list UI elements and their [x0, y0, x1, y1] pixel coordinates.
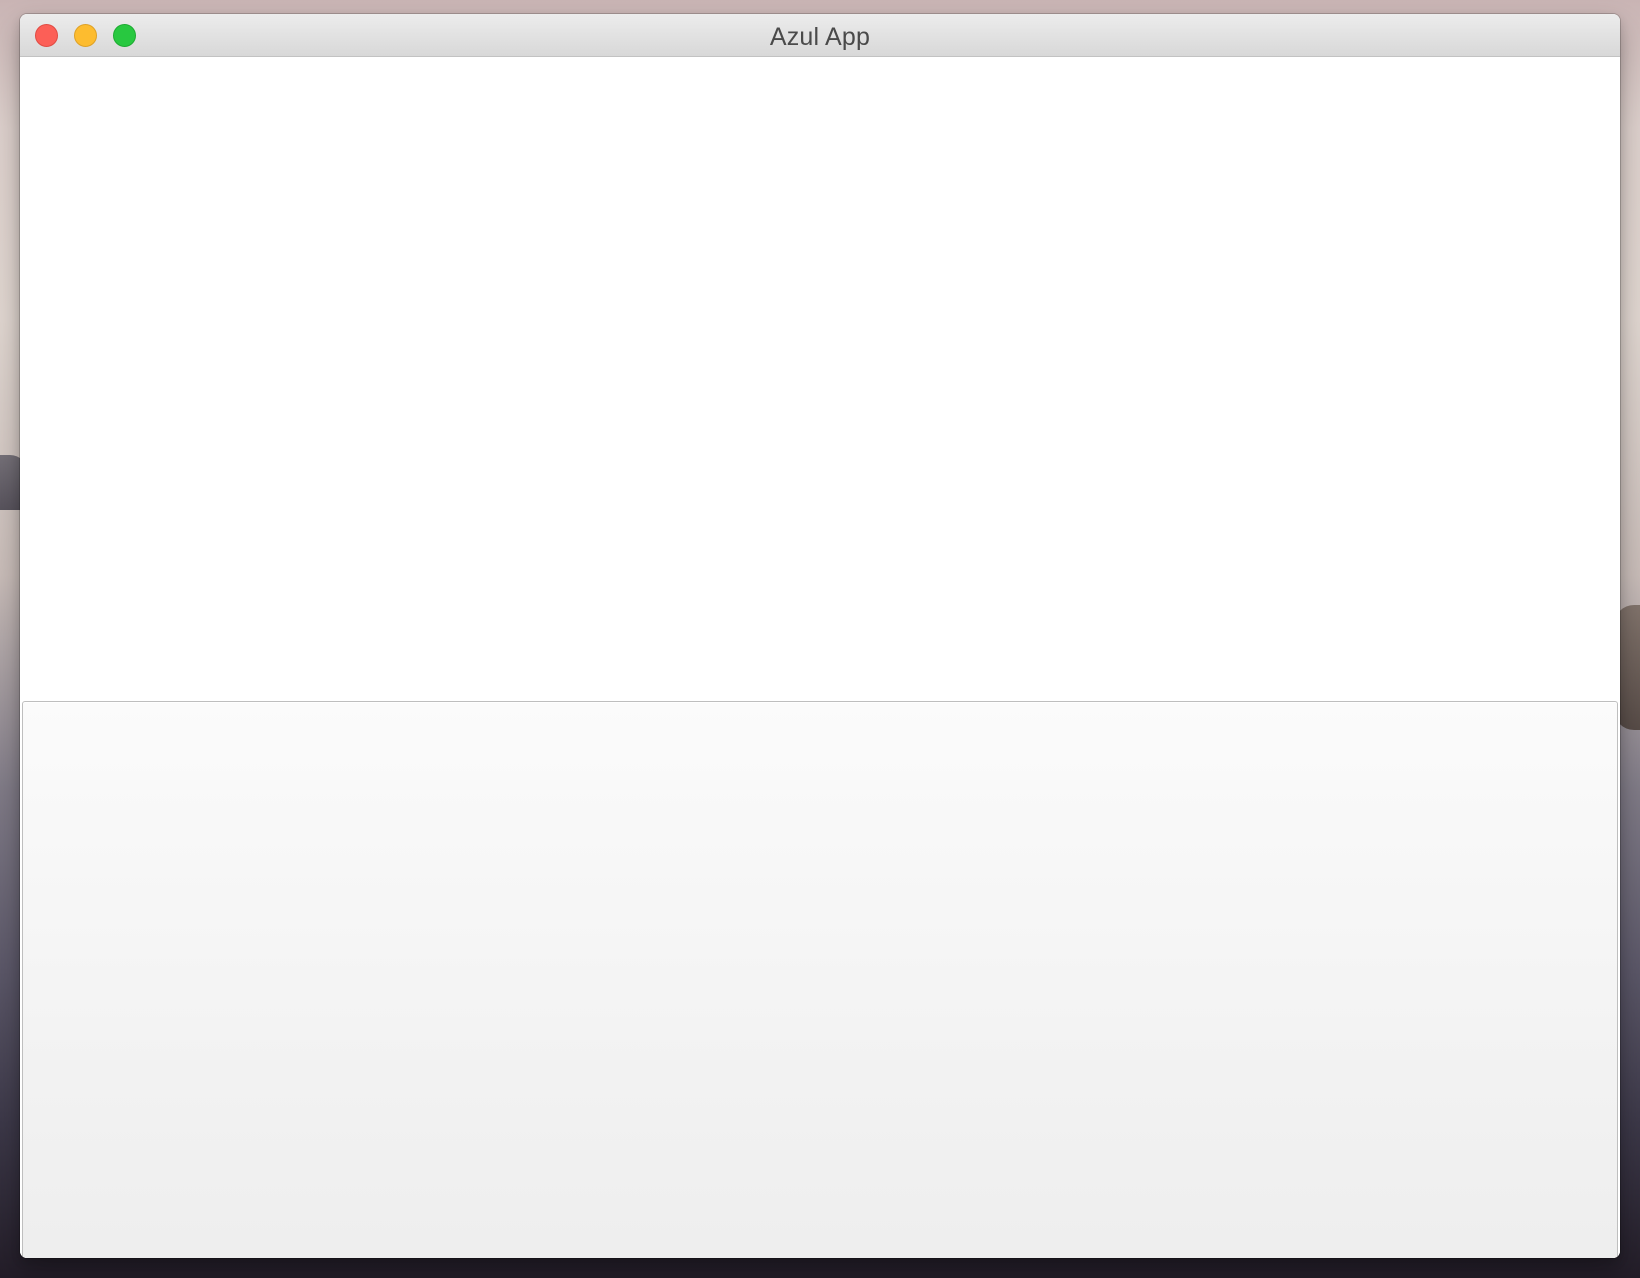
app-content: [20, 57, 1620, 1258]
window-titlebar[interactable]: Azul App: [20, 14, 1620, 57]
app-window: Azul App: [20, 14, 1620, 1258]
window-title: Azul App: [769, 23, 871, 51]
lower-panel: [22, 701, 1618, 1258]
